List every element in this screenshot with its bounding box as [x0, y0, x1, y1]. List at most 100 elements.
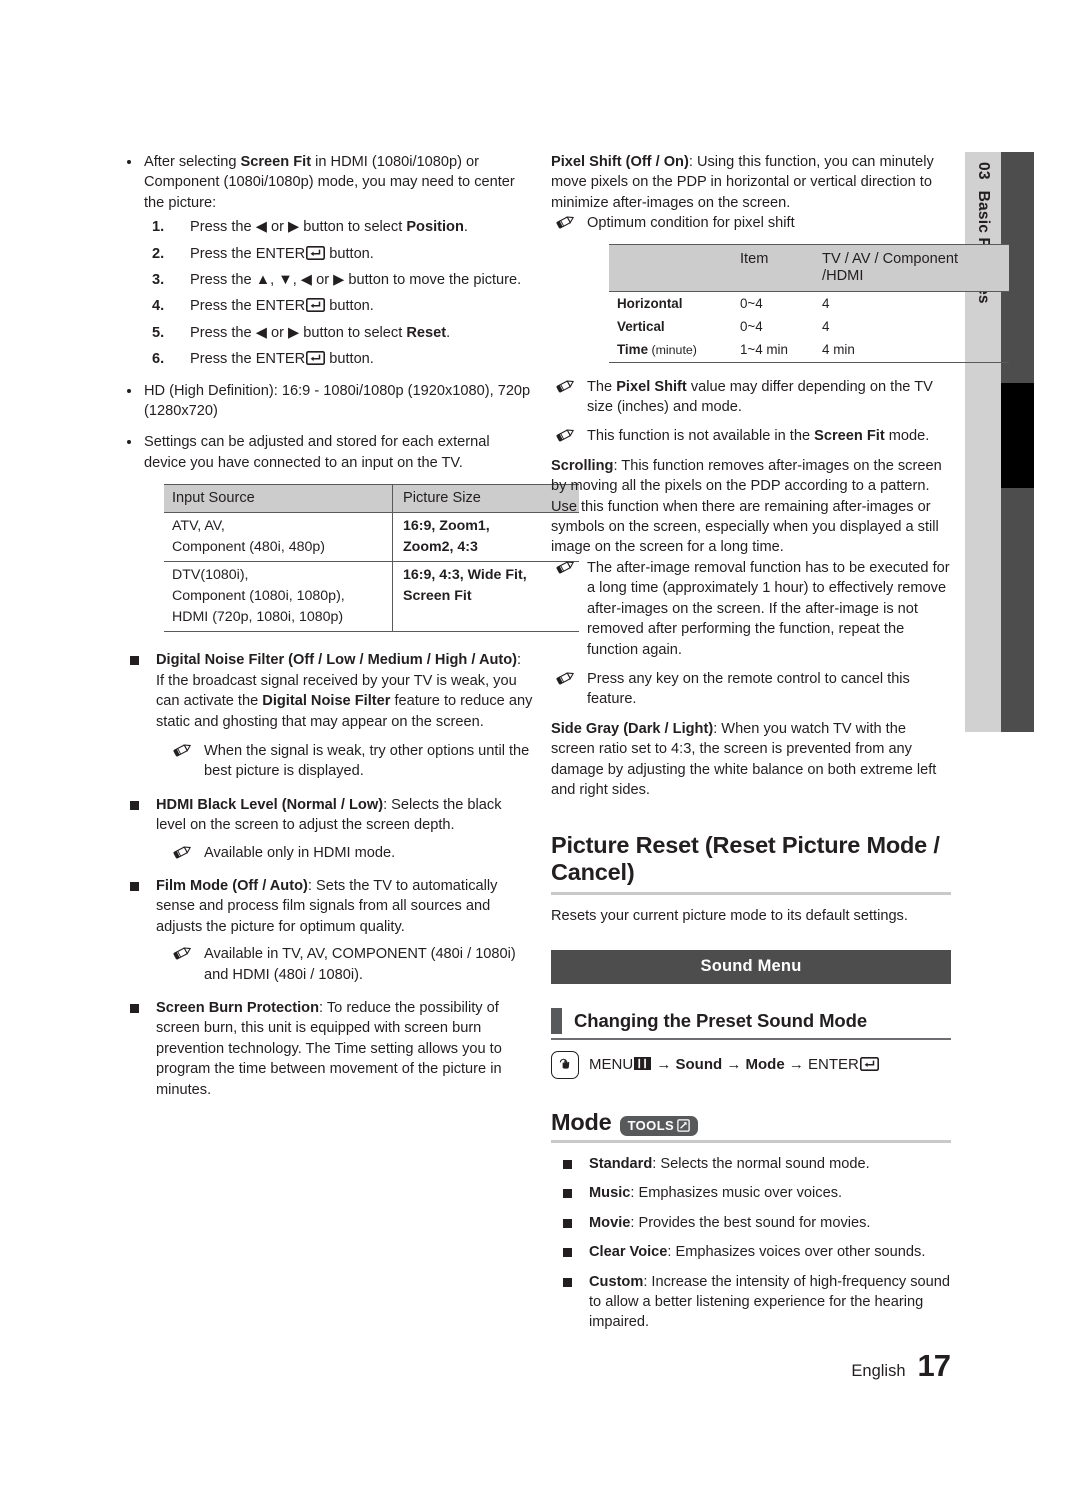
mode-heading: Mode TOOLS	[551, 1109, 951, 1136]
feature-title: HDMI Black Level (Normal / Low)	[156, 796, 384, 813]
step-4-pre: Press the ENTER	[190, 298, 306, 315]
sound-mode-name: Movie	[589, 1214, 631, 1231]
sound-mode-clear-voice: Clear Voice: Emphasizes voices over othe…	[551, 1242, 951, 1262]
menu-path-item-mode: Mode	[745, 1056, 785, 1074]
pencil-note-icon	[555, 378, 577, 394]
step-5-pre: Press the ◀ or ▶ button to select	[190, 324, 407, 341]
table-row: Vertical 0~4 4	[609, 315, 1009, 338]
step-1-post: .	[463, 219, 468, 236]
note-press-any-key: Press any key on the remote control to c…	[551, 669, 951, 710]
tools-arrow-icon	[677, 1119, 690, 1132]
sound-mode-music: Music: Emphasizes music over voices.	[551, 1183, 951, 1203]
bullet-dot-icon	[127, 388, 131, 393]
feature-title: Screen Burn Protection	[156, 999, 319, 1016]
remote-button-icon	[551, 1050, 579, 1079]
square-bullet-icon	[130, 656, 139, 666]
sound-mode-name: Clear Voice	[589, 1244, 668, 1261]
chapter-number: 03	[975, 162, 992, 180]
sound-menu-band: Sound Menu	[551, 949, 951, 984]
header-tv-av-component-hdmi: TV / AV / Component /HDMI	[814, 244, 1009, 292]
note-pre: The	[587, 378, 617, 395]
cell-input-source-2: DTV(1080i), Component (1080i, 1080p), HD…	[164, 561, 393, 632]
square-bullet-icon	[130, 881, 139, 891]
feature-title: Digital Noise Filter (Off / Low / Medium…	[156, 652, 518, 669]
note-pixel-shift-value: The Pixel Shift value may differ dependi…	[551, 377, 951, 418]
note-text: When the signal is weak, try other optio…	[204, 742, 530, 780]
step-1-pre: Press the ◀ or ▶ button to select	[190, 219, 407, 236]
note-bold: Pixel Shift	[616, 378, 687, 395]
tools-badge[interactable]: TOOLS	[619, 1115, 699, 1136]
pencil-note-icon	[172, 742, 194, 758]
header-input-source: Input Source	[164, 484, 393, 514]
left-feature-list: Digital Noise Filter (Off / Low / Medium…	[118, 650, 533, 1100]
cell-horizontal-value: 4	[822, 295, 830, 311]
arrow-1-icon: →	[656, 1056, 672, 1074]
section-rule	[551, 1037, 951, 1040]
sound-mode-movie: Movie: Provides the best sound for movie…	[551, 1213, 951, 1233]
cell-vertical-label: Vertical	[617, 318, 665, 334]
menu-path-text: MENU → Sound → Mode → ENTER	[589, 1056, 879, 1073]
feature-screen-burn-protection: Screen Burn Protection: To reduce the po…	[118, 998, 533, 1100]
pencil-note-icon	[555, 559, 577, 575]
step-1: 1. Press the ◀ or ▶ button to select Pos…	[144, 217, 533, 237]
feature-film-mode: Film Mode (Off / Auto): Sets the TV to a…	[118, 876, 533, 985]
step-2-post: button.	[325, 245, 374, 262]
pencil-note-icon	[555, 214, 577, 230]
feature-digital-noise-filter: Digital Noise Filter (Off / Low / Medium…	[118, 650, 533, 781]
square-bullet-icon	[563, 1189, 572, 1199]
center-picture-steps: 1. Press the ◀ or ▶ button to select Pos…	[144, 217, 533, 369]
header-blank	[609, 244, 732, 292]
note-text: The after-image removal function has to …	[587, 559, 950, 658]
note-post: mode.	[884, 428, 930, 445]
square-bullet-icon	[563, 1159, 572, 1169]
step-6: 6. Press the ENTER button.	[144, 349, 533, 369]
cell-time-label-main: Time	[617, 341, 649, 357]
menu-path: MENU → Sound → Mode → ENTER	[551, 1050, 951, 1079]
cell-vertical-item: 0~4	[739, 318, 763, 334]
chapter-tab: 03 Basic Features	[965, 152, 1001, 732]
sound-mode-desc: : Provides the best sound for movies.	[630, 1214, 871, 1231]
pencil-note-icon	[555, 427, 577, 443]
note: Available in TV, AV, COMPONENT (480i / 1…	[168, 944, 533, 985]
square-bullet-icon	[130, 1003, 139, 1013]
bullet-settings: Settings can be adjusted and stored for …	[118, 432, 533, 473]
side-gray-title: Side Gray (Dark / Light)	[551, 720, 714, 737]
step-1-number: 1.	[152, 219, 165, 236]
cell-horizontal-label: Horizontal	[617, 295, 683, 311]
picture-size-table: Input Source Picture Size ATV, AV, Compo…	[164, 484, 579, 633]
arrow-3-icon: →	[788, 1056, 804, 1074]
pencil-note-icon	[172, 945, 194, 961]
step-1-bold: Position	[406, 219, 464, 236]
note-after-image-removal: The after-image removal function has to …	[551, 558, 951, 660]
page-footer: English 17	[851, 1348, 951, 1384]
bullet-screen-fit: After selecting Screen Fit in HDMI (1080…	[118, 152, 533, 370]
bullet-settings-text: Settings can be adjusted and stored for …	[144, 434, 490, 471]
sound-mode-custom: Custom: Increase the intensity of high-f…	[551, 1272, 951, 1333]
enter-icon	[306, 351, 326, 366]
pencil-note-icon	[172, 844, 194, 860]
step-6-number: 6.	[152, 351, 165, 368]
cell-horizontal-item: 0~4	[739, 295, 763, 311]
bullet-hd: HD (High Definition): 16:9 - 1080i/1080p…	[118, 381, 533, 422]
step-4: 4. Press the ENTER button.	[144, 296, 533, 316]
menu-path-item-sound: Sound	[675, 1056, 723, 1074]
section-title: Changing the Preset Sound Mode	[574, 1009, 868, 1031]
step-4-post: button.	[325, 298, 374, 315]
square-bullet-icon	[130, 800, 139, 810]
bullet-dot-icon	[127, 440, 131, 445]
header-item: Item	[731, 244, 815, 292]
note-not-available-screen-fit: This function is not available in the Sc…	[551, 426, 951, 446]
screen-fit-text-before: After selecting	[144, 154, 241, 170]
scrolling-paragraph: Scrolling: This function removes after-i…	[551, 456, 951, 558]
cell-vertical-value: 4	[822, 318, 830, 334]
cell-time-item: 1~4 min	[739, 341, 788, 357]
table-header-row: Item TV / AV / Component /HDMI	[609, 244, 1009, 292]
mode-title: Mode	[551, 1108, 612, 1135]
step-2-number: 2.	[152, 245, 165, 262]
arrow-2-icon: →	[726, 1056, 742, 1074]
sound-mode-desc: : Increase the intensity of high-frequen…	[589, 1273, 950, 1331]
note-bold: Screen Fit	[814, 428, 885, 445]
menu-bars-icon	[634, 1057, 652, 1071]
note-text: Available only in HDMI mode.	[204, 844, 396, 861]
note-text: Optimum condition for pixel shift	[587, 215, 795, 232]
